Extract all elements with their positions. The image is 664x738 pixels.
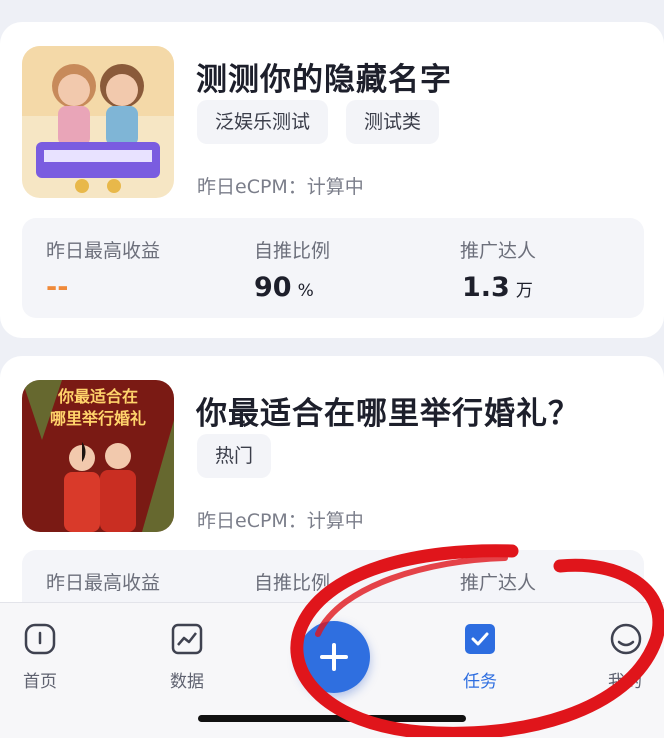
create-button[interactable]	[298, 621, 370, 693]
stat-label: 推广达人	[460, 240, 537, 262]
stat-unit: 万	[515, 281, 533, 301]
plus-icon	[320, 643, 348, 671]
stat-unit: %	[297, 281, 314, 301]
task-card-hidden-name[interactable]: 测测你的隐藏名字 泛娱乐测试 测试类 昨日eCPM：计算中 昨日最高收益 自推比…	[0, 22, 664, 338]
tag: 测试类	[346, 100, 440, 144]
card-title: 测测你的隐藏名字	[196, 62, 452, 98]
card-thumbnail-hidden-name	[22, 46, 174, 198]
stats-panel: 昨日最高收益 自推比例 推广达人 -- 90% 1.3 万	[22, 218, 644, 318]
ecpm-text: 昨日eCPM：计算中	[197, 510, 364, 532]
tag: 泛娱乐测试	[197, 100, 329, 144]
tab-label: 数据	[170, 672, 204, 692]
thumbnail-caption: 你最适合在 哪里举行婚礼	[49, 387, 146, 428]
tab-home[interactable]: 首页	[0, 621, 80, 692]
tab-tasks[interactable]: 任务	[440, 621, 520, 692]
card-thumbnail-wedding: 你最适合在 哪里举行婚礼	[22, 380, 174, 532]
tag: 热门	[197, 434, 272, 478]
home-icon	[24, 623, 56, 655]
ecpm-text: 昨日eCPM：计算中	[197, 176, 364, 198]
tab-label: 首页	[23, 672, 57, 692]
tab-label: 我的	[608, 672, 642, 692]
stat-value: --	[46, 272, 69, 303]
stat-label: 推广达人	[460, 572, 537, 594]
task-check-icon	[465, 624, 495, 654]
stat-value: 90%	[254, 272, 314, 303]
home-indicator	[198, 715, 466, 722]
stat-label: 自推比例	[254, 240, 331, 262]
stat-label: 昨日最高收益	[46, 240, 161, 262]
stat-label: 昨日最高收益	[46, 572, 161, 594]
tab-label: 任务	[463, 672, 497, 692]
stat-value: 1.3 万	[462, 272, 533, 303]
tab-profile[interactable]: 我的	[586, 621, 664, 692]
chart-icon	[171, 623, 203, 655]
profile-icon	[610, 623, 642, 655]
tab-data[interactable]: 数据	[147, 621, 227, 692]
card-title: 你最适合在哪里举行婚礼？	[196, 396, 580, 432]
stat-label: 自推比例	[254, 572, 331, 594]
